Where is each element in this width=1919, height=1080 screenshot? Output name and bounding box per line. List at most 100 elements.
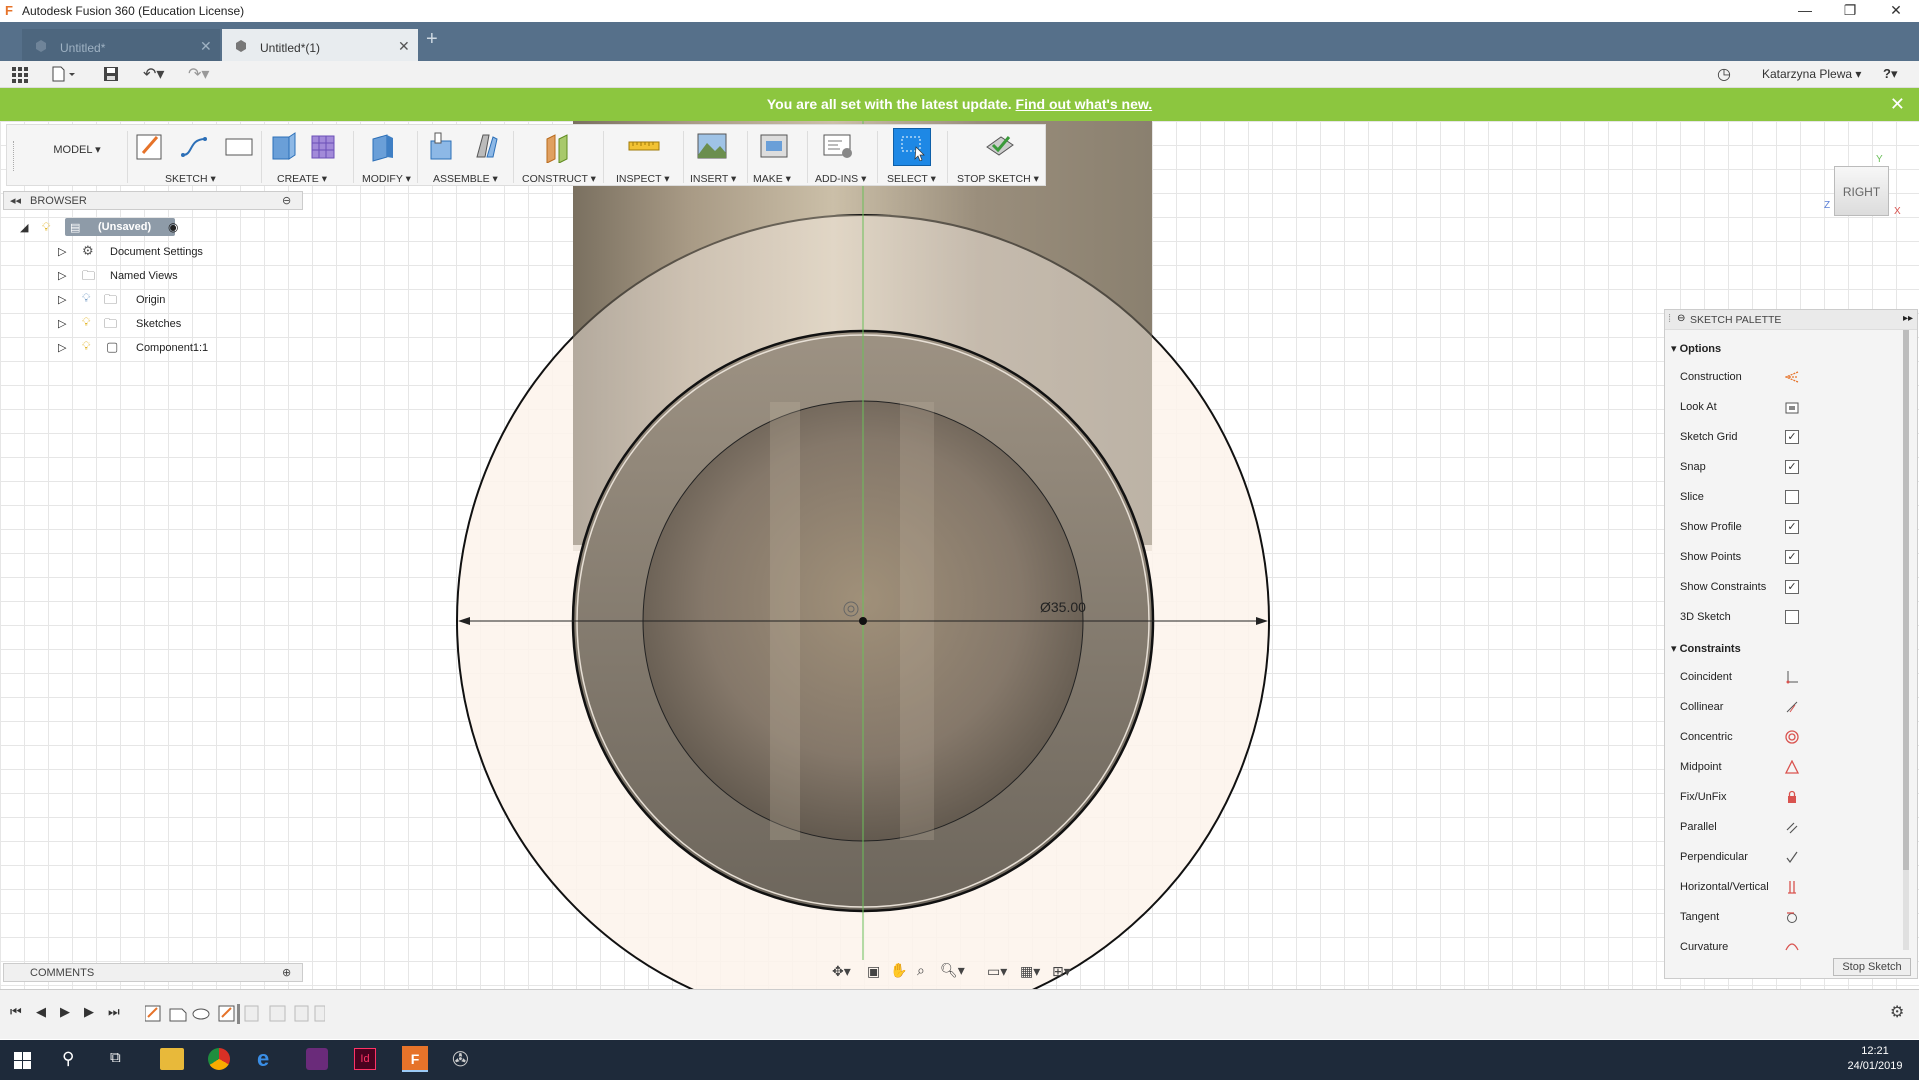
show-constraints-checkbox[interactable]: ✓ bbox=[1785, 580, 1799, 594]
browser-item-sketches[interactable]: ▷ 💡︎ 🗀︎ Sketches bbox=[40, 314, 300, 336]
option-snap[interactable]: Snap ✓ bbox=[1665, 453, 1905, 483]
scripts-addins-icon[interactable] bbox=[821, 129, 855, 163]
expand-triangle-icon[interactable]: ▷ bbox=[58, 341, 66, 354]
option-show-profile[interactable]: Show Profile ✓ bbox=[1665, 513, 1905, 543]
construct-menu[interactable]: CONSTRUCT ▾ bbox=[522, 173, 596, 185]
option-look-at[interactable]: Look At bbox=[1665, 393, 1905, 423]
user-account-menu[interactable]: Katarzyna Plewa ▾ bbox=[1762, 67, 1861, 81]
close-tab-icon[interactable]: ✕ bbox=[200, 38, 212, 55]
system-clock[interactable]: 12:21 24/01/2019 bbox=[1840, 1044, 1910, 1074]
expand-triangle-icon[interactable]: ▷ bbox=[58, 293, 66, 306]
coincident-icon[interactable] bbox=[1785, 670, 1799, 684]
minimize-button[interactable]: — bbox=[1785, 2, 1825, 18]
palette-expand-icon[interactable]: ▸▸ bbox=[1903, 313, 1913, 324]
parallel-icon[interactable] bbox=[1785, 820, 1799, 834]
palette-collapse-icon[interactable]: ⊖ bbox=[1677, 313, 1685, 324]
add-ins-menu[interactable]: ADD-INS ▾ bbox=[815, 173, 866, 185]
constraint-fix-unfix[interactable]: Fix/UnFix bbox=[1665, 783, 1905, 813]
create-menu[interactable]: CREATE ▾ bbox=[277, 173, 327, 185]
option-show-points[interactable]: Show Points ✓ bbox=[1665, 543, 1905, 573]
constraints-section-header[interactable]: ▾ Constraints bbox=[1671, 642, 1741, 655]
3d-sketch-checkbox[interactable] bbox=[1785, 610, 1799, 624]
collapse-triangle-icon[interactable]: ◢ bbox=[20, 221, 28, 234]
midpoint-icon[interactable] bbox=[1785, 760, 1799, 774]
options-section-header[interactable]: ▾ Options bbox=[1671, 342, 1721, 355]
close-banner-icon[interactable]: ✕ bbox=[1890, 88, 1905, 121]
search-icon[interactable]: ⚲ bbox=[62, 1049, 74, 1069]
play-icon[interactable]: ▶ bbox=[60, 1004, 70, 1020]
diameter-dimension-label[interactable]: Ø35.00 bbox=[1040, 599, 1086, 615]
workspace-switcher[interactable]: MODEL ▾ bbox=[27, 143, 127, 156]
palette-scroll-thumb[interactable] bbox=[1903, 330, 1909, 870]
step-forward-icon[interactable]: ▶ bbox=[84, 1004, 94, 1020]
option-slice[interactable]: Slice bbox=[1665, 483, 1905, 513]
expand-triangle-icon[interactable]: ▷ bbox=[58, 269, 66, 282]
file-explorer-icon[interactable] bbox=[160, 1048, 184, 1070]
display-settings-icon[interactable]: ▭▾ bbox=[987, 963, 1007, 980]
add-comment-icon[interactable]: ⊕ bbox=[282, 966, 291, 979]
activate-radio-icon[interactable]: ◉ bbox=[168, 220, 178, 234]
perpendicular-icon[interactable] bbox=[1785, 850, 1799, 864]
option-show-constraints[interactable]: Show Constraints ✓ bbox=[1665, 573, 1905, 603]
sketch-center-point[interactable] bbox=[859, 617, 867, 625]
option-3d-sketch[interactable]: 3D Sketch bbox=[1665, 603, 1905, 633]
comments-panel-header[interactable]: COMMENTS ⊕ bbox=[3, 963, 303, 982]
insert-image-icon[interactable] bbox=[695, 129, 729, 163]
help-menu-icon[interactable]: ?▾ bbox=[1883, 66, 1897, 82]
viewcube[interactable]: Y RIGHT Z X bbox=[1824, 154, 1904, 222]
app-taskbar-icon[interactable]: ✇ bbox=[452, 1047, 469, 1072]
edge-icon[interactable]: e bbox=[257, 1046, 269, 1072]
task-view-icon[interactable]: ⧉ bbox=[110, 1049, 121, 1066]
timeline-features[interactable] bbox=[145, 1004, 325, 1024]
save-icon[interactable] bbox=[103, 66, 119, 82]
new-tab-icon[interactable]: + bbox=[426, 28, 438, 51]
undo-icon[interactable]: ↶▾ bbox=[143, 64, 164, 84]
browser-item-document-settings[interactable]: ▷ ⚙ Document Settings bbox=[40, 242, 300, 264]
constraint-collinear[interactable]: Collinear bbox=[1665, 693, 1905, 723]
constraint-parallel[interactable]: Parallel bbox=[1665, 813, 1905, 843]
collinear-icon[interactable] bbox=[1785, 700, 1799, 714]
sketch-grid-checkbox[interactable]: ✓ bbox=[1785, 430, 1799, 444]
constraint-concentric[interactable]: Concentric bbox=[1665, 723, 1905, 753]
look-at-icon[interactable] bbox=[1785, 400, 1799, 414]
press-pull-icon[interactable] bbox=[367, 129, 401, 163]
indesign-icon[interactable]: Id bbox=[354, 1048, 376, 1070]
constraint-perpendicular[interactable]: Perpendicular bbox=[1665, 843, 1905, 873]
go-to-start-icon[interactable]: ⏮ bbox=[10, 1004, 22, 1020]
zoom-icon[interactable]: ⌕ bbox=[917, 962, 925, 979]
palette-grip-icon[interactable]: ⁞ bbox=[1668, 313, 1671, 325]
create-sketch-icon[interactable] bbox=[133, 129, 167, 163]
insert-menu[interactable]: INSERT ▾ bbox=[690, 173, 736, 185]
select-menu[interactable]: SELECT ▾ bbox=[887, 173, 936, 185]
stop-sketch-menu[interactable]: STOP SKETCH ▾ bbox=[957, 173, 1039, 185]
visibility-bulb-icon[interactable]: 💡︎ bbox=[82, 315, 90, 330]
sketch-menu[interactable]: SKETCH ▾ bbox=[165, 173, 216, 185]
banner-link[interactable]: Find out what's new. bbox=[1016, 96, 1153, 112]
modify-menu[interactable]: MODIFY ▾ bbox=[362, 173, 411, 185]
constraint-coincident[interactable]: Coincident bbox=[1665, 663, 1905, 693]
tab-untitled[interactable]: Untitled* ✕ bbox=[22, 29, 220, 61]
inspect-menu[interactable]: INSPECT ▾ bbox=[616, 173, 670, 185]
browser-item-component[interactable]: ▷ 💡︎ ▢ Component1:1 bbox=[40, 338, 300, 360]
stop-sketch-button[interactable]: Stop Sketch bbox=[1833, 958, 1911, 976]
constraint-tangent[interactable]: Tangent bbox=[1665, 903, 1905, 933]
slack-icon[interactable] bbox=[306, 1048, 328, 1070]
viewports-icon[interactable]: ⊞▾ bbox=[1052, 963, 1071, 980]
rectangle-tool-icon[interactable] bbox=[222, 129, 256, 163]
horizontal-vertical-icon[interactable] bbox=[1785, 880, 1799, 894]
palette-header[interactable]: ⁞ ⊖ SKETCH PALETTE ▸▸ bbox=[1665, 310, 1917, 330]
new-component-icon[interactable] bbox=[425, 129, 459, 163]
collapse-browser-icon[interactable]: ◂◂ bbox=[10, 194, 21, 207]
go-to-end-icon[interactable]: ⏭ bbox=[108, 1004, 120, 1020]
file-menu-icon[interactable] bbox=[52, 66, 76, 82]
tangent-icon[interactable] bbox=[1785, 910, 1799, 924]
pan-hand-icon[interactable]: ✋ bbox=[890, 962, 907, 979]
fusion-taskbar-icon[interactable]: F bbox=[402, 1046, 428, 1072]
browser-root-row[interactable]: ◢ 💡︎ ▤ (Unsaved) ◉ bbox=[20, 218, 320, 240]
assemble-menu[interactable]: ASSEMBLE ▾ bbox=[433, 173, 498, 185]
close-tab-icon[interactable]: ✕ bbox=[398, 38, 410, 55]
offset-plane-icon[interactable] bbox=[541, 129, 575, 163]
restore-button[interactable]: ❐ bbox=[1830, 2, 1870, 19]
constraint-curvature[interactable]: Curvature bbox=[1665, 933, 1905, 951]
3d-print-icon[interactable] bbox=[757, 129, 791, 163]
